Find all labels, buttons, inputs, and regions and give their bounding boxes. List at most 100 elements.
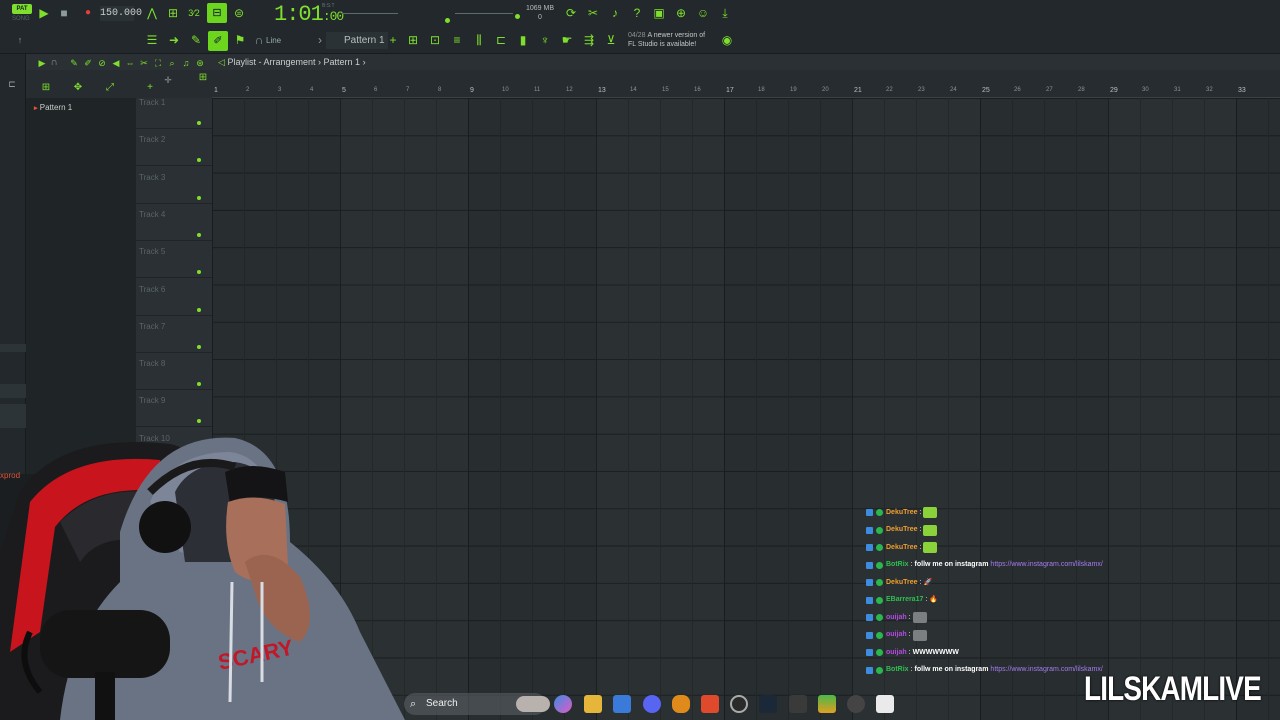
- browser-icon[interactable]: ⊏: [493, 32, 509, 48]
- chat-link[interactable]: https://www.instagram.com/lilskamx/: [990, 559, 1102, 571]
- track-header[interactable]: Track 6: [136, 279, 212, 316]
- song-mode-label[interactable]: SONG: [12, 16, 30, 22]
- save-icon[interactable]: ▣: [651, 5, 667, 21]
- chat-username[interactable]: DekuTree: [886, 577, 918, 589]
- track-mute-led[interactable]: [197, 232, 201, 237]
- discord-icon[interactable]: [643, 695, 661, 713]
- play-icon[interactable]: ▶: [36, 5, 52, 21]
- track-mute-led[interactable]: [197, 344, 201, 349]
- chat-username[interactable]: EBarrera17: [886, 594, 923, 606]
- fl-studio-icon[interactable]: [672, 695, 690, 713]
- stop-icon[interactable]: ■: [56, 5, 72, 21]
- grid-icon[interactable]: ⊞: [195, 70, 211, 86]
- capcut-icon[interactable]: [876, 695, 894, 713]
- piano-roll-icon[interactable]: ⊡: [427, 32, 443, 48]
- channel-rack-icon[interactable]: ≡: [449, 32, 465, 48]
- mixer-window-icon[interactable]: ⫼: [471, 32, 487, 48]
- arrow-right-icon[interactable]: ➜: [166, 32, 182, 48]
- pattern-selector[interactable]: Pattern 1: [326, 32, 388, 49]
- timeline-ruler[interactable]: 1 2 3 4 5 6 7 8 9 10 11 12 13 14 15 16 17 18 19 20 21 22 23 24 2…: [212, 86, 1280, 98]
- store-icon[interactable]: [613, 695, 631, 713]
- playlist-icon[interactable]: ⊞: [405, 32, 421, 48]
- loop-record-button[interactable]: ⊟: [207, 3, 227, 23]
- microphone-icon[interactable]: ♪: [607, 5, 623, 21]
- bluestacks-icon[interactable]: [818, 695, 836, 713]
- pen-icon[interactable]: ✎: [188, 32, 204, 48]
- track-header[interactable]: Track 8: [136, 353, 212, 391]
- chat-icon[interactable]: ☺: [695, 5, 711, 21]
- track-header[interactable]: Track 2: [136, 129, 212, 167]
- touch-icon[interactable]: ☛: [559, 32, 575, 48]
- record-icon[interactable]: ●: [80, 5, 96, 21]
- copilot-icon[interactable]: [554, 695, 572, 713]
- app-icon[interactable]: [789, 695, 807, 713]
- chat-username[interactable]: BotRix: [886, 664, 909, 676]
- 4k-icon[interactable]: [847, 695, 865, 713]
- chat-username[interactable]: ouijah: [886, 647, 907, 659]
- pattern-list-item[interactable]: ▸ Pattern 1: [34, 103, 72, 112]
- chat-username[interactable]: DekuTree: [886, 507, 918, 519]
- track-mute-led[interactable]: [197, 158, 201, 163]
- track-header[interactable]: Track 3: [136, 167, 212, 204]
- plug-icon[interactable]: ♆: [537, 32, 553, 48]
- browser-toggle-icon[interactable]: ⊏: [4, 76, 20, 92]
- metronome-icon[interactable]: ⋀: [144, 5, 160, 21]
- download-icon[interactable]: ⤓: [717, 5, 733, 21]
- pointer-icon[interactable]: ⊛: [192, 55, 208, 71]
- export-icon[interactable]: ⊕: [673, 5, 689, 21]
- side-item[interactable]: [0, 344, 26, 352]
- expand-icon[interactable]: ✛: [160, 72, 176, 88]
- add-pattern-icon[interactable]: +: [385, 32, 401, 48]
- chat-message: DekuTree: 🚀: [866, 574, 1166, 592]
- chat-username[interactable]: ouijah: [886, 629, 907, 641]
- track-header[interactable]: Track 5: [136, 241, 212, 279]
- stretch-icon[interactable]: ⤢: [102, 80, 118, 96]
- track-header[interactable]: Track 1: [136, 92, 212, 129]
- tempo-display[interactable]: 150.000: [100, 6, 142, 21]
- side-item[interactable]: [0, 384, 26, 398]
- countdown-icon[interactable]: 3⁄2: [186, 5, 202, 21]
- step-edit-icon[interactable]: ⊜: [231, 5, 247, 21]
- chat-username[interactable]: ouijah: [886, 612, 907, 624]
- track-mute-led[interactable]: [197, 270, 201, 275]
- taskbar-search[interactable]: ⌕ Search: [404, 693, 550, 715]
- arrow-icon[interactable]: ↑: [12, 32, 28, 48]
- track-mute-led[interactable]: [197, 419, 201, 424]
- stamp-icon[interactable]: ⚑: [232, 32, 248, 48]
- chat-username[interactable]: DekuTree: [886, 524, 918, 536]
- breadcrumb-pattern[interactable]: Pattern 1: [324, 57, 361, 67]
- cart-icon[interactable]: ⊻: [603, 32, 619, 48]
- mixer-icon[interactable]: ☰: [144, 32, 160, 48]
- help-icon[interactable]: ?: [629, 5, 645, 21]
- track-header[interactable]: Track 7: [136, 316, 212, 353]
- update-notice[interactable]: 04/28 A newer version of FL Studio is ava…: [628, 31, 705, 49]
- track-header[interactable]: Track 9: [136, 390, 212, 428]
- wait-input-icon[interactable]: ⊞: [165, 5, 181, 21]
- steam-icon[interactable]: [759, 695, 777, 713]
- move-icon[interactable]: ✥: [70, 80, 86, 96]
- master-volume-slider[interactable]: [342, 13, 398, 14]
- obs-icon[interactable]: [730, 695, 748, 713]
- globe-icon[interactable]: ◉: [719, 32, 735, 48]
- magnet-tool-icon[interactable]: ∩: [46, 55, 62, 71]
- track-mute-led[interactable]: [197, 307, 201, 312]
- track-mode-icon[interactable]: ⊞: [38, 80, 54, 96]
- file-explorer-icon[interactable]: [584, 695, 602, 713]
- snap-mode-label[interactable]: Line: [266, 36, 281, 45]
- track-header[interactable]: Track 4: [136, 204, 212, 241]
- track-mute-led[interactable]: [197, 195, 201, 200]
- pattern-mode-badge[interactable]: PAT: [12, 4, 32, 14]
- plugin-icon[interactable]: ▮: [515, 32, 531, 48]
- draw-tool-button[interactable]: ✐: [208, 31, 228, 51]
- cut-icon[interactable]: ✂: [585, 5, 601, 21]
- track-mute-led[interactable]: [197, 382, 201, 387]
- side-item[interactable]: [0, 404, 26, 428]
- brave-icon[interactable]: [701, 695, 719, 713]
- chat-username[interactable]: DekuTree: [886, 542, 918, 554]
- cable-icon[interactable]: ⇶: [581, 32, 597, 48]
- refresh-icon[interactable]: ⟳: [563, 5, 579, 21]
- chat-username[interactable]: BotRix: [886, 559, 909, 571]
- master-pitch-knob[interactable]: [445, 18, 450, 23]
- track-mute-led[interactable]: [197, 121, 201, 125]
- magnet-icon[interactable]: ∩: [251, 32, 267, 48]
